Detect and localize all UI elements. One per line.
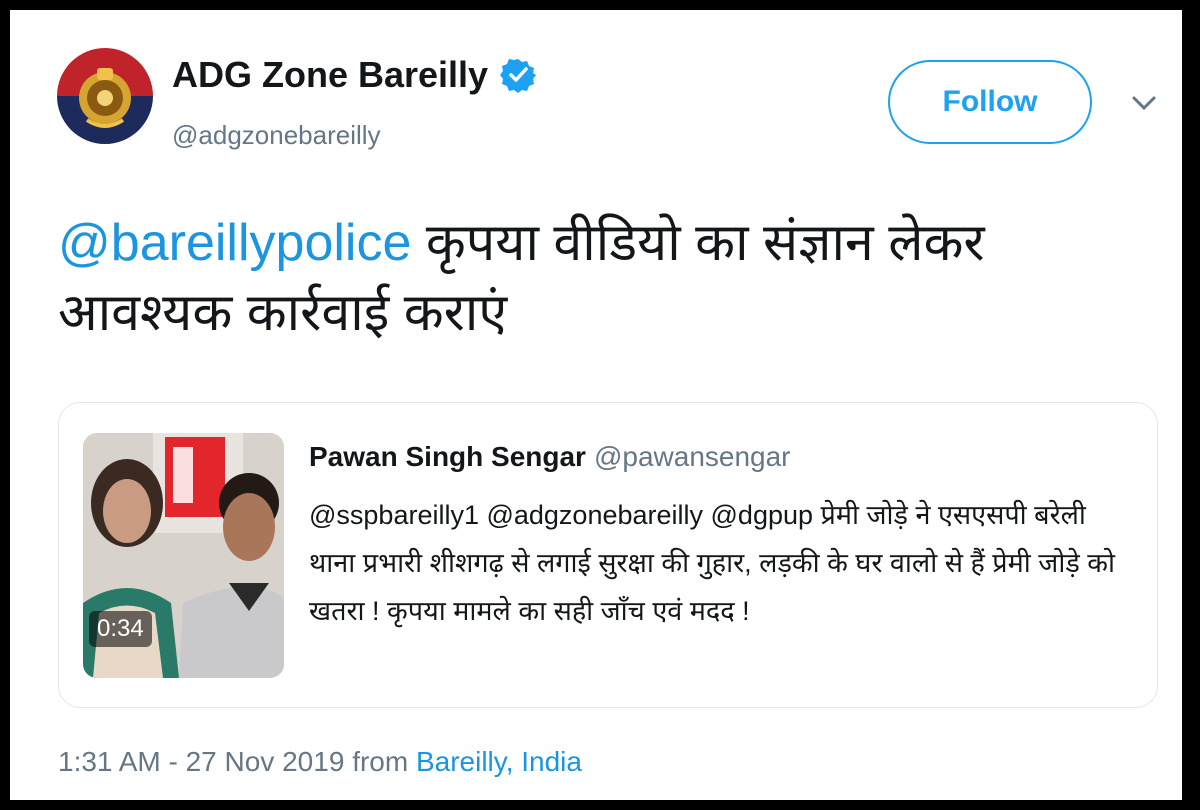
timestamp[interactable]: 1:31 AM - 27 Nov 2019 <box>58 746 344 777</box>
mention-link[interactable]: @bareillypolice <box>58 214 411 272</box>
police-emblem-icon <box>57 48 153 144</box>
quoted-author-name[interactable]: Pawan Singh Sengar <box>309 441 586 472</box>
quoted-author-handle[interactable]: @pawansengar <box>594 441 791 472</box>
tweet-meta: 1:31 AM - 27 Nov 2019 from Bareilly, Ind… <box>58 746 582 778</box>
chevron-down-icon[interactable] <box>1128 92 1160 116</box>
verified-badge-icon <box>500 57 537 93</box>
display-name-text: ADG Zone Bareilly <box>172 54 489 95</box>
from-label: from <box>352 746 409 777</box>
video-duration: 0:34 <box>89 611 152 647</box>
quoted-header: Pawan Singh Sengar @pawansengar <box>309 441 791 473</box>
video-thumbnail[interactable]: 0:34 <box>83 433 284 678</box>
author-handle[interactable]: @adgzonebareilly <box>172 120 381 151</box>
avatar[interactable] <box>57 48 153 144</box>
quoted-tweet[interactable]: 0:34 Pawan Singh Sengar @pawansengar @ssp… <box>58 402 1158 708</box>
location-link[interactable]: Bareilly, India <box>416 746 582 777</box>
display-name[interactable]: ADG Zone Bareilly <box>172 54 537 96</box>
tweet-text: @bareillypolice कृपया वीडियो का संज्ञान … <box>58 208 1138 348</box>
quoted-text: @sspbareilly1 @adgzonebareilly @dgpup प्… <box>309 500 1116 626</box>
tweet-card: ADG Zone Bareilly @adgzonebareilly Follo… <box>10 10 1182 800</box>
follow-button[interactable]: Follow <box>888 60 1092 144</box>
